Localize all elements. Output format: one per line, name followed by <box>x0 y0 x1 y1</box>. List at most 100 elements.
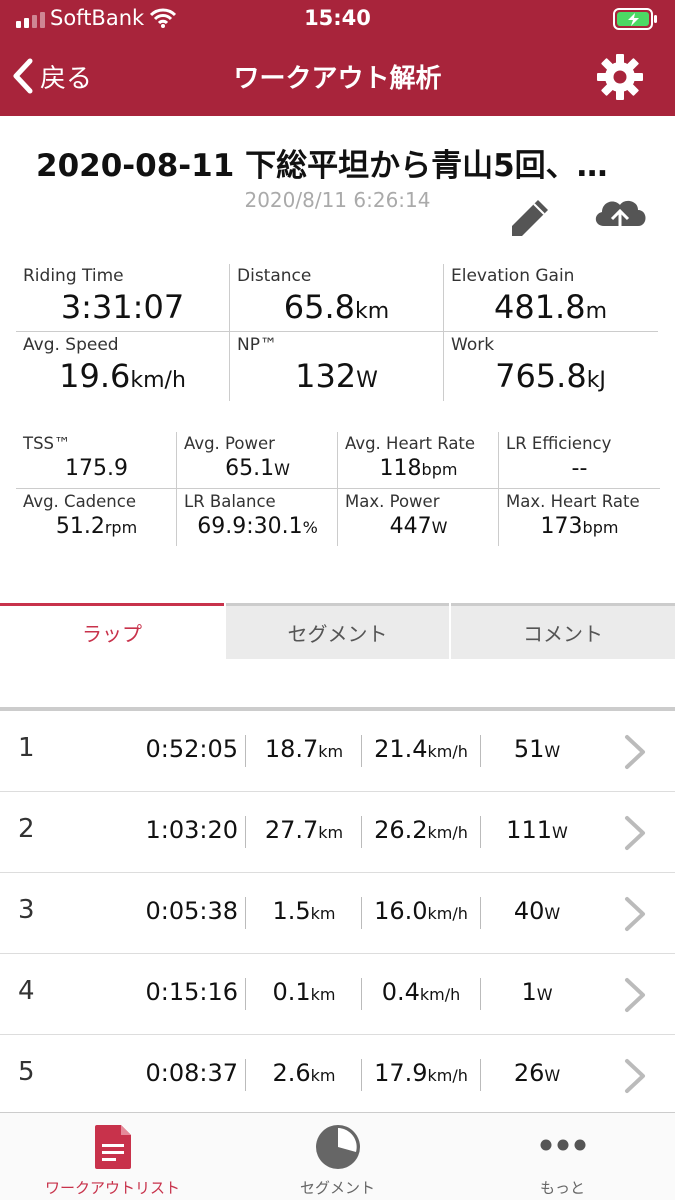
lap-number: 2 <box>18 814 35 844</box>
stat-label: Work <box>451 335 495 355</box>
lap-power: 1W <box>521 978 553 1006</box>
lap-row[interactable]: 2 1:03:20 27.7km 26.2km/h 111W <box>0 792 675 873</box>
tab-segments[interactable]: セグメント <box>226 603 449 659</box>
lap-time: 0:15:16 <box>145 978 238 1006</box>
status-bar: SoftBank 15:40 <box>0 0 675 38</box>
bottom-tab-segments[interactable]: セグメント <box>225 1113 450 1200</box>
stat-label: Max. Heart Rate <box>506 492 640 511</box>
stat-value: 481.8m <box>493 288 608 326</box>
stat-tss: TSS™ 175.9 <box>16 432 177 490</box>
bottom-tab-label: ワークアウトリスト <box>44 1179 180 1197</box>
stat-label: LR Balance <box>184 492 276 511</box>
divider <box>480 1059 481 1091</box>
stat-value: 175.9 <box>65 456 128 481</box>
lap-speed: 0.4km/h <box>381 978 461 1006</box>
lap-number: 5 <box>18 1057 35 1087</box>
tab-laps[interactable]: ラップ <box>0 603 224 659</box>
divider <box>245 816 246 848</box>
lap-row[interactable]: 1 0:52:05 18.7km 21.4km/h 51W <box>0 711 675 792</box>
bottom-tab-label: セグメント <box>299 1179 375 1197</box>
stat-label: Elevation Gain <box>451 266 575 286</box>
segmented-tabs: ラップ セグメント コメント <box>0 603 675 659</box>
stat-label: LR Efficiency <box>506 434 612 453</box>
stat-avg-heart-rate: Avg. Heart Rate 118bpm <box>338 432 499 490</box>
status-clock: 15:40 <box>304 6 371 30</box>
divider <box>480 735 481 767</box>
stat-work: Work 765.8kJ <box>444 333 657 401</box>
lap-row[interactable]: 3 0:05:38 1.5km 16.0km/h 40W <box>0 873 675 954</box>
lap-power: 40W <box>513 897 561 925</box>
stat-label: Distance <box>237 266 312 286</box>
lap-row[interactable]: 4 0:15:16 0.1km 0.4km/h 1W <box>0 954 675 1035</box>
lap-speed: 21.4km/h <box>374 735 468 763</box>
lap-distance: 27.7km <box>264 816 344 844</box>
lap-distance: 0.1km <box>272 978 336 1006</box>
stat-label: Avg. Heart Rate <box>345 434 476 453</box>
stat-value: 19.6km/h <box>59 357 186 395</box>
chevron-right-icon <box>625 816 645 850</box>
lap-number: 3 <box>18 895 35 925</box>
stat-riding-time: Riding Time 3:31:07 <box>16 264 229 332</box>
bottom-tab-more[interactable]: もっと <box>450 1113 675 1200</box>
lap-number: 1 <box>18 733 35 763</box>
lap-power: 111W <box>506 816 568 844</box>
lap-distance: 1.5km <box>272 897 336 925</box>
pencil-icon[interactable] <box>508 196 552 240</box>
stat-label: Avg. Speed <box>23 335 119 355</box>
lap-number: 4 <box>18 976 35 1006</box>
stat-label: TSS™ <box>23 434 71 453</box>
stat-label: Avg. Power <box>184 434 275 453</box>
lap-speed: 17.9km/h <box>374 1059 468 1087</box>
divider <box>498 432 499 546</box>
stat-value: 3:31:07 <box>60 288 185 326</box>
tab-comments[interactable]: コメント <box>451 603 675 659</box>
lap-time: 0:52:05 <box>145 735 238 763</box>
pie-chart-icon <box>315 1125 360 1169</box>
stat-value: 765.8kJ <box>495 357 606 395</box>
divider <box>245 897 246 929</box>
document-list-icon <box>94 1125 131 1169</box>
stat-max-power: Max. Power 447W <box>338 490 499 548</box>
stat-label: Max. Power <box>345 492 440 511</box>
divider <box>245 735 246 767</box>
stat-value: 132W <box>295 357 378 395</box>
stat-avg-power: Avg. Power 65.1W <box>177 432 338 490</box>
divider <box>480 897 481 929</box>
lap-power: 51W <box>513 735 561 763</box>
top-bar: SoftBank 15:40 戻る ワークアウト解析 <box>0 0 675 116</box>
stat-avg-speed: Avg. Speed 19.6km/h <box>16 333 229 401</box>
more-dots-icon <box>540 1139 585 1151</box>
stat-label: NP™ <box>237 335 277 355</box>
stat-value: 69.9:30.1% <box>197 514 318 539</box>
lap-speed: 16.0km/h <box>374 897 468 925</box>
stat-lr-balance: LR Balance 69.9:30.1% <box>177 490 338 548</box>
stat-avg-cadence: Avg. Cadence 51.2rpm <box>16 490 177 548</box>
bottom-tab-bar: ワークアウトリスト セグメント もっと <box>0 1112 675 1200</box>
divider <box>176 432 177 546</box>
lap-distance: 2.6km <box>272 1059 336 1087</box>
page-title: ワークアウト解析 <box>233 64 442 94</box>
back-button[interactable]: 戻る <box>12 56 92 96</box>
chevron-right-icon <box>625 897 645 931</box>
bottom-tab-workout-list[interactable]: ワークアウトリスト <box>0 1113 225 1200</box>
divider <box>443 264 444 401</box>
navigation-bar: 戻る ワークアウト解析 <box>0 38 675 116</box>
stat-label: Avg. Cadence <box>23 492 136 511</box>
divider <box>480 816 481 848</box>
stat-lr-efficiency: LR Efficiency -- <box>499 432 660 490</box>
cloud-upload-icon[interactable] <box>590 192 650 238</box>
chevron-right-icon <box>625 735 645 769</box>
stat-value: 447W <box>389 514 448 539</box>
stat-np: NP™ 132W <box>230 333 443 401</box>
divider <box>16 331 658 332</box>
battery-charging-icon <box>613 8 657 30</box>
lap-row[interactable]: 5 0:08:37 2.6km 17.9km/h 26W <box>0 1035 675 1116</box>
gear-icon[interactable] <box>595 52 645 102</box>
lap-speed: 26.2km/h <box>374 816 468 844</box>
stat-elevation-gain: Elevation Gain 481.8m <box>444 264 657 332</box>
lap-power: 26W <box>513 1059 561 1087</box>
lap-distance: 18.7km <box>264 735 344 763</box>
stat-value: 173bpm <box>540 514 619 539</box>
stat-label: Riding Time <box>23 266 124 286</box>
stat-value: 118bpm <box>379 456 458 481</box>
